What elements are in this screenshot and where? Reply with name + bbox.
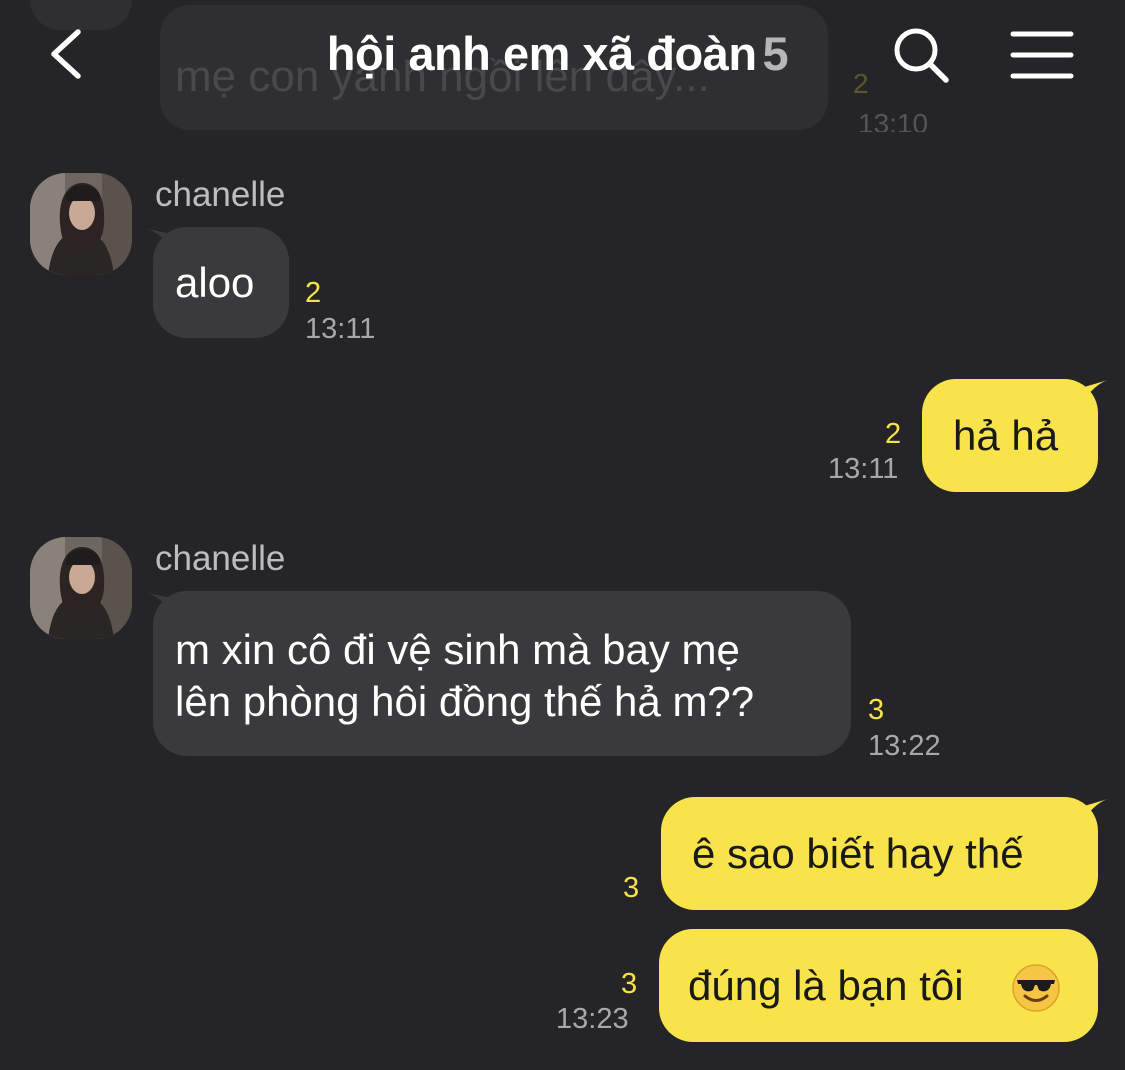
- message-text-line-1: m xin cô đi vệ sinh mà bay mẹ: [175, 626, 740, 673]
- sender-name: chanelle: [155, 539, 286, 578]
- hamburger-menu-icon[interactable]: [1010, 28, 1074, 82]
- unread-count: 3: [623, 872, 640, 904]
- avatar[interactable]: [30, 537, 132, 639]
- unread-count: 2: [305, 277, 322, 309]
- message-text: aloo: [175, 259, 255, 306]
- sender-name: chanelle: [155, 175, 286, 214]
- timestamp: 13:11: [305, 313, 376, 345]
- message-text-line-2: lên phòng hôi đồng thế hả m??: [175, 678, 755, 725]
- chat-header: hội anh em xã đoàn 5: [0, 0, 1125, 125]
- message-bubble-incoming[interactable]: aloo: [153, 227, 289, 338]
- member-count: 5: [762, 27, 789, 80]
- avatar[interactable]: [30, 173, 132, 275]
- chat-title-text: hội anh em xã đoàn: [326, 27, 757, 80]
- message-text: đúng là bạn tôi: [688, 962, 964, 1009]
- timestamp: 13:23: [556, 1003, 629, 1035]
- message-text: ê sao biết hay thế: [692, 830, 1024, 877]
- unread-count: 3: [621, 968, 638, 1000]
- message-bubble-incoming[interactable]: m xin cô đi vệ sinh mà bay mẹ lên phòng …: [153, 591, 851, 756]
- unread-count: 2: [885, 418, 902, 450]
- sunglasses-emoji-icon: [1012, 964, 1060, 1012]
- message-bubble-outgoing[interactable]: hả hả: [922, 379, 1098, 492]
- message-bubble-outgoing[interactable]: ê sao biết hay thế: [661, 797, 1098, 910]
- message-bubble-outgoing[interactable]: đúng là bạn tôi: [659, 929, 1098, 1042]
- message-text: hả hả: [953, 412, 1059, 459]
- timestamp: 13:11: [828, 453, 899, 485]
- unread-count: 3: [868, 694, 885, 726]
- timestamp: 13:22: [868, 730, 941, 762]
- search-icon[interactable]: [890, 24, 952, 86]
